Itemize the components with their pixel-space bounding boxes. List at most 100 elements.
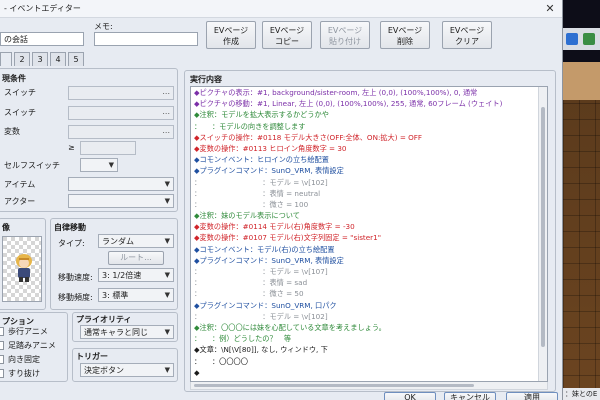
command-list[interactable]: ◆ピクチャの表示：#1, background/sister-room, 左上 … — [190, 86, 548, 382]
ev-page-button-3[interactable]: EVページ 貼り付け — [320, 21, 370, 49]
tab-page-2[interactable]: 2 — [14, 52, 30, 66]
vscroll-thumb[interactable] — [541, 107, 545, 347]
command-line[interactable]: ： ：〇〇〇〇 — [191, 356, 547, 367]
command-line[interactable]: ◆プラグインコマンド：SunO_VRM, 口パク — [191, 300, 547, 311]
ev-page-button-line1: EVページ — [449, 26, 485, 35]
ev-page-button-line2: 貼り付け — [329, 37, 361, 46]
priority-title: プライオリティ — [76, 315, 132, 324]
character-sprite-icon — [16, 254, 32, 282]
background-map-editor: ：妹とのE — [563, 0, 600, 400]
condition-switch2-label: スイッチ — [4, 108, 36, 117]
memo-input[interactable] — [94, 32, 198, 46]
condition-item-label: アイテム — [4, 180, 36, 189]
command-line[interactable]: ： ：モデル = \v[102] — [191, 177, 547, 188]
option-row[interactable]: 向き固定 — [0, 354, 64, 366]
command-line[interactable]: ： ：微さ = 50 — [191, 288, 547, 299]
tab-page-1[interactable] — [0, 52, 12, 66]
command-line[interactable]: ： ：表情 = neutral — [191, 188, 547, 199]
chevron-down-icon: ▼ — [164, 366, 170, 374]
event-image-box[interactable] — [2, 236, 42, 302]
window-icon[interactable] — [566, 33, 578, 45]
command-line[interactable]: ： ：モデル = \v[102] — [191, 311, 547, 322]
condition-switch1-label: スイッチ — [4, 88, 36, 97]
tab-page-5[interactable]: 5 — [68, 52, 84, 66]
self-switch-combo[interactable]: ▼ — [80, 158, 118, 172]
ev-page-button-4[interactable]: EVページ 削除 — [380, 21, 430, 49]
trigger-combo[interactable]: 決定ボタン ▼ — [80, 363, 174, 377]
speed-label: 移動速度: — [58, 273, 93, 282]
command-list-vscrollbar[interactable] — [538, 87, 547, 381]
option-label: 足踏みアニメ — [8, 341, 56, 350]
apply-button[interactable]: 適用 — [506, 392, 558, 400]
command-line[interactable]: ： ：例）どうしたの？ 等 — [191, 333, 547, 344]
switch1-picker[interactable]: ... — [68, 86, 174, 100]
option-label: すり抜け — [8, 369, 40, 378]
ev-page-button-5[interactable]: EVページ クリア — [442, 21, 492, 49]
condition-self-switch-label: セルフスイッチ — [4, 161, 60, 170]
command-line[interactable]: ◆注釈：モデルを拡大表示するかどうかや — [191, 109, 547, 120]
option-checkbox[interactable] — [0, 341, 4, 350]
option-row[interactable]: すり抜け — [0, 368, 64, 380]
option-row[interactable]: 歩行アニメ — [0, 326, 64, 338]
actor-combo[interactable]: ▼ — [68, 194, 174, 208]
switch2-picker[interactable]: ... — [68, 106, 174, 120]
memo-label: メモ: — [94, 22, 113, 31]
command-line[interactable]: ◆コモンイベント：モデル(右)の立ち絵配置 — [191, 244, 547, 255]
ev-page-button-line2: 削除 — [397, 37, 413, 46]
route-button[interactable]: ルート... — [108, 251, 164, 265]
command-line[interactable]: ◆注釈：妹のモデル表示について — [191, 210, 547, 221]
ev-page-button-1[interactable]: EVページ 作成 — [206, 21, 256, 49]
ev-page-button-line2: コピー — [275, 37, 299, 46]
command-line[interactable]: ◆変数の操作：#0113 ヒロイン角度数字 = 30 — [191, 143, 547, 154]
title-bar: - イベントエディター ✕ — [0, 0, 562, 18]
command-line[interactable]: ◆ピクチャの表示：#1, background/sister-room, 左上 … — [191, 87, 547, 98]
speed-combo[interactable]: 3: 1/2倍速 ▼ — [98, 268, 174, 282]
image-icon[interactable] — [583, 33, 595, 45]
variable-picker[interactable]: ... — [68, 125, 174, 139]
command-line[interactable]: ： ：モデル = \v[107] — [191, 266, 547, 277]
option-checkbox[interactable] — [0, 369, 4, 378]
frequency-combo[interactable]: 3: 標準 ▼ — [98, 288, 174, 302]
type-combo[interactable]: ランダム ▼ — [98, 234, 174, 248]
chevron-down-icon: ▼ — [164, 237, 170, 245]
condition-actor-label: アクター — [4, 197, 36, 206]
command-list-hscrollbar[interactable] — [190, 382, 548, 390]
window-title: - イベントエディター — [4, 4, 81, 13]
tab-page-3[interactable]: 3 — [32, 52, 48, 66]
command-line[interactable]: ◆変数の操作：#0107 モデル(右)文字列固定 = "sister1" — [191, 232, 547, 243]
tab-page-4[interactable]: 4 — [50, 52, 66, 66]
command-line[interactable]: ◆注釈：〇〇〇には妹を心配している文章を考えましょう。 — [191, 322, 547, 333]
status-bar-text: ：妹とのE — [563, 388, 600, 400]
command-line[interactable]: ◆変数の操作：#0114 モデル(右)角度数字 = -30 — [191, 221, 547, 232]
event-name-input[interactable]: の会話 — [0, 32, 84, 46]
contents-title: 実行内容 — [190, 75, 222, 84]
conditions-title: 現条件 — [2, 74, 26, 83]
command-line[interactable]: ： ：モデルの向きを調整します — [191, 121, 547, 132]
option-label: 歩行アニメ — [8, 327, 48, 336]
option-checkbox[interactable] — [0, 355, 4, 364]
ev-page-button-2[interactable]: EVページコピー — [262, 21, 312, 49]
item-combo[interactable]: ▼ — [68, 177, 174, 191]
ok-button[interactable]: OK — [384, 392, 436, 400]
close-icon[interactable]: ✕ — [544, 3, 556, 15]
command-line[interactable]: ◆プラグインコマンド：SunO_VRM, 表情設定 — [191, 165, 547, 176]
ev-page-button-line2: 作成 — [223, 37, 239, 46]
hscroll-thumb[interactable] — [194, 384, 474, 387]
cancel-button[interactable]: キャンセル — [444, 392, 496, 400]
command-line[interactable]: ◆プラグインコマンド：SunO_VRM, 表情設定 — [191, 255, 547, 266]
option-row[interactable]: 足踏みアニメ — [0, 340, 64, 352]
trigger-title: トリガー — [76, 352, 108, 361]
command-line[interactable]: ◆文章：\N[\V[80]], なし, ウィンドウ, 下 — [191, 344, 547, 355]
command-line[interactable]: ◆スイッチの操作：#0118 モデル大きさ(OFF:全体、ON:拡大) = OF… — [191, 132, 547, 143]
command-line[interactable]: ： ：表情 = sad — [191, 277, 547, 288]
command-line[interactable]: ： ：微さ = 100 — [191, 199, 547, 210]
option-checkbox[interactable] — [0, 327, 4, 336]
map-canvas[interactable] — [563, 62, 600, 392]
command-line[interactable]: ◆コモンイベント：ヒロインの立ち絵配置 — [191, 154, 547, 165]
command-line[interactable]: ◆ — [191, 367, 547, 378]
priority-combo[interactable]: 通常キャラと同じ ▼ — [80, 325, 174, 339]
variable-value-spinner[interactable] — [80, 141, 136, 155]
autonomous-title: 自律移動 — [54, 223, 86, 232]
ev-page-button-line1: EVページ — [269, 26, 305, 35]
command-line[interactable]: ◆ピクチャの移動：#1, Linear, 左上 (0,0), (100%,100… — [191, 98, 547, 109]
